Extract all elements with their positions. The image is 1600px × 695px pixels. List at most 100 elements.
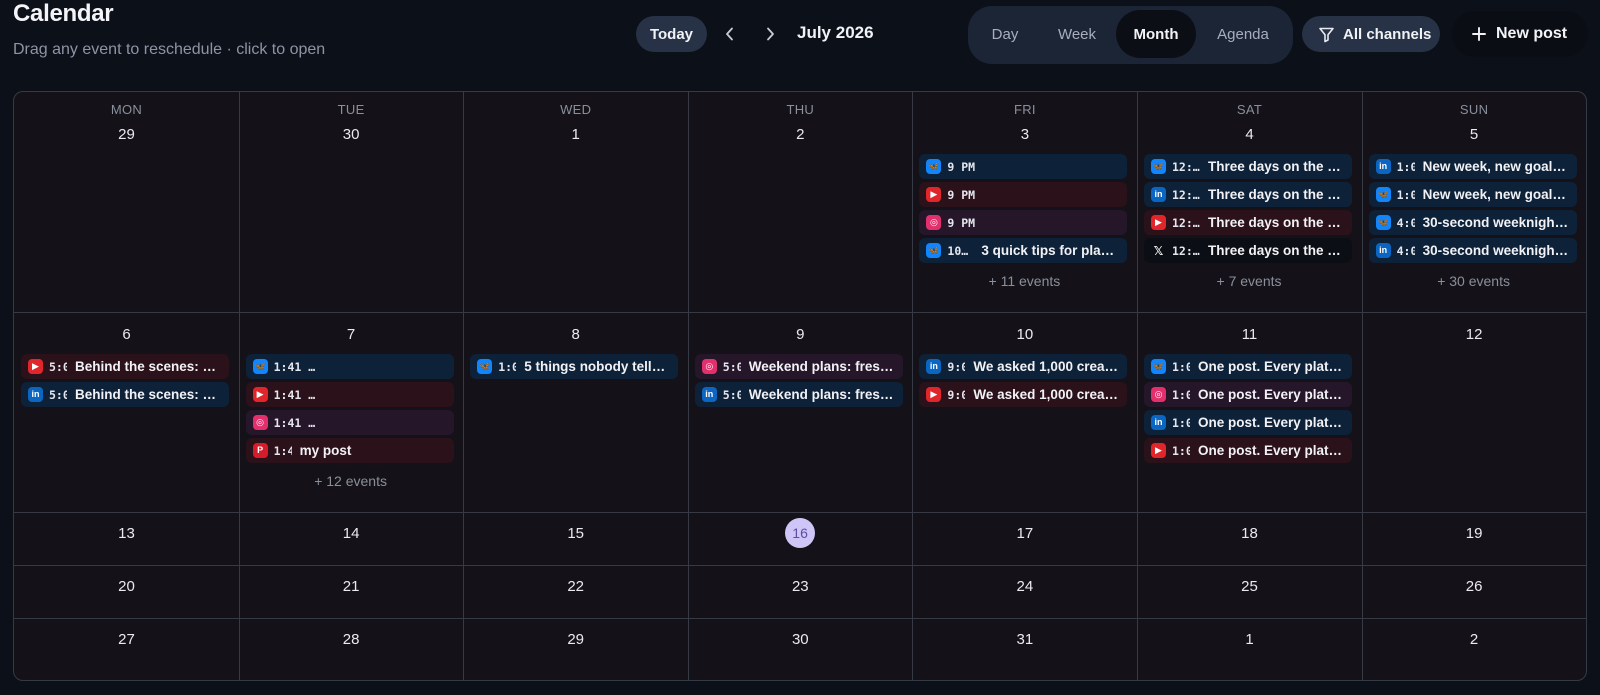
calendar-event[interactable]: 𝕏 12:00 PM Three days on the ridgeline <box>1144 238 1352 263</box>
day-number: 5 <box>1469 126 1479 143</box>
calendar-event[interactable]: ▶ 12:00 PM Three days on the ridgeline <box>1144 210 1352 235</box>
x-icon: 𝕏 <box>1153 243 1164 258</box>
day-cell[interactable] <box>239 92 464 312</box>
calendar-event[interactable]: ◎ 9 PM <box>919 210 1128 235</box>
youtube-icon: ▶ <box>252 387 268 402</box>
calendar-event[interactable]: ▶ 1:41 AM <box>245 382 454 407</box>
calendar-event[interactable]: in 5:00 PM Weekend plans: fresh air, <box>694 382 903 407</box>
calendar-event[interactable]: in 1:00 PM One post. Every platform. <box>1144 410 1352 435</box>
event-title: Three days on the ridgeline <box>1208 243 1346 258</box>
next-month-button[interactable] <box>757 18 783 50</box>
calendar-event[interactable]: ▶ 9 PM <box>919 182 1128 207</box>
event-title: We asked 1,000 creators what <box>973 359 1121 374</box>
calendar-event[interactable]: 🦋 1:00 PM One post. Every platform. <box>1144 354 1352 379</box>
butterfly-icon: 🦋 <box>1375 215 1391 230</box>
page-title: Calendar <box>13 0 114 27</box>
event-time: 1:41 AM <box>273 415 318 430</box>
day-cell[interactable] <box>239 618 464 680</box>
calendar-event[interactable]: in 12:00 PM Three days on the ridgeline <box>1144 182 1352 207</box>
day-cell[interactable] <box>463 618 688 680</box>
event-time: 10:00 AM <box>947 243 973 258</box>
today-button[interactable]: Today <box>636 16 707 52</box>
calendar-event[interactable]: in 4:00 PM 30-second weeknight p <box>1368 238 1577 263</box>
day-cell[interactable] <box>1137 618 1362 680</box>
event-time: 9 PM <box>947 187 976 202</box>
calendar-event[interactable]: 🦋 1:00 PM New week, new goals — t <box>1368 182 1577 207</box>
butterfly-icon: 🦋 <box>1375 187 1391 202</box>
calendar-event[interactable]: ▶ 5:00 PM Behind the scenes: planning <box>21 354 229 379</box>
calendar-event[interactable]: in 1:00 PM New week, new goals — t <box>1368 154 1577 179</box>
event-title: Behind the scenes: planning <box>75 387 223 402</box>
linkedin-icon: in <box>926 359 942 374</box>
calendar-event[interactable]: P 1:43 AM my post <box>245 438 454 463</box>
event-title: Three days on the ridgeline <box>1208 215 1346 230</box>
new-post-button[interactable]: New post <box>1452 11 1588 57</box>
plus-icon <box>1472 27 1486 41</box>
day-number: 11 <box>1241 326 1258 343</box>
event-title: We asked 1,000 creators what <box>973 387 1121 402</box>
day-cell[interactable] <box>14 618 239 680</box>
more-events-link[interactable]: + 11 events <box>919 273 1129 289</box>
event-time: 5:00 PM <box>49 387 67 402</box>
linkedin-icon: in <box>28 387 43 402</box>
day-number: 2 <box>796 126 805 143</box>
event-time: 12:00 PM <box>1172 215 1200 230</box>
day-number: 10 <box>1016 326 1034 343</box>
calendar-event[interactable]: in 5:00 PM Behind the scenes: planning <box>21 382 229 407</box>
event-time: 1:00 PM <box>1396 159 1415 174</box>
event-time: 1:00 PM <box>1172 387 1190 402</box>
youtube-icon: ▶ <box>926 387 942 402</box>
event-title: New week, new goals — t <box>1422 187 1571 202</box>
day-number: 23 <box>791 578 809 595</box>
day-cell[interactable] <box>14 92 239 312</box>
day-number: 25 <box>1241 578 1258 595</box>
view-day-button[interactable]: Day <box>972 10 1038 58</box>
day-number: 27 <box>118 631 135 648</box>
instagram-icon: ◎ <box>926 215 942 230</box>
more-events-link[interactable]: + 7 events <box>1144 273 1354 289</box>
day-cell[interactable] <box>688 618 913 680</box>
current-month-label: July 2026 <box>797 23 874 42</box>
channel-filter-label: All channels <box>1343 25 1432 43</box>
event-time: 1:00 PM <box>1172 443 1190 458</box>
day-cell[interactable] <box>688 92 913 312</box>
calendar-event[interactable]: 🦋 1:41 AM <box>245 354 454 379</box>
instagram-icon: ◎ <box>701 359 717 374</box>
calendar-event[interactable]: ▶ 1:00 PM One post. Every platform. <box>1144 438 1352 463</box>
day-number: 20 <box>118 578 135 595</box>
day-number: 12 <box>1465 326 1483 343</box>
event-title: One post. Every platform. <box>1198 387 1346 402</box>
day-number: 17 <box>1016 525 1034 542</box>
instagram-icon: ◎ <box>252 415 268 430</box>
calendar-event[interactable]: ◎ 1:00 PM One post. Every platform. <box>1144 382 1352 407</box>
event-title: One post. Every platform. <box>1198 359 1346 374</box>
calendar-event[interactable]: 🦋 10:00 AM 3 quick tips for planning your … <box>919 238 1128 263</box>
calendar-event[interactable]: ◎ 1:41 AM <box>245 410 454 435</box>
filter-icon <box>1319 27 1334 42</box>
more-events-link[interactable]: + 30 events <box>1369 273 1579 289</box>
day-number: 2 <box>1469 631 1479 648</box>
today-date-marker: 16 <box>785 518 816 548</box>
previous-month-button[interactable] <box>717 18 743 50</box>
calendar-event[interactable]: 🦋 12:00 PM Three days on the ridgeline <box>1144 154 1352 179</box>
calendar-event[interactable]: in 9:00 AM We asked 1,000 creators what <box>919 354 1128 379</box>
event-title: New week, new goals — t <box>1422 159 1571 174</box>
event-time: 1:41 AM <box>273 387 318 402</box>
youtube-icon: ▶ <box>1151 443 1166 458</box>
event-time: 4:00 PM <box>1396 243 1415 258</box>
more-events-link[interactable]: + 12 events <box>246 473 456 489</box>
calendar-event[interactable]: 🦋 1:00 PM 5 things nobody tells you <box>470 354 679 379</box>
view-agenda-button[interactable]: Agenda <box>1198 10 1288 58</box>
day-cell[interactable] <box>912 618 1137 680</box>
view-week-button[interactable]: Week <box>1040 10 1114 58</box>
view-month-button[interactable]: Month <box>1116 10 1196 58</box>
calendar-event[interactable]: 🦋 9 PM <box>919 154 1128 179</box>
day-number: 4 <box>1245 126 1254 143</box>
day-cell[interactable] <box>1362 618 1586 680</box>
day-cell[interactable] <box>463 92 688 312</box>
calendar-event[interactable]: 🦋 4:00 PM 30-second weeknight p <box>1368 210 1577 235</box>
calendar-event[interactable]: ▶ 9:00 AM We asked 1,000 creators what <box>919 382 1128 407</box>
event-title: Behind the scenes: planning <box>75 359 223 374</box>
calendar-event[interactable]: ◎ 5:00 PM Weekend plans: fresh air, <box>694 354 903 379</box>
channel-filter-button[interactable]: All channels <box>1302 16 1440 52</box>
